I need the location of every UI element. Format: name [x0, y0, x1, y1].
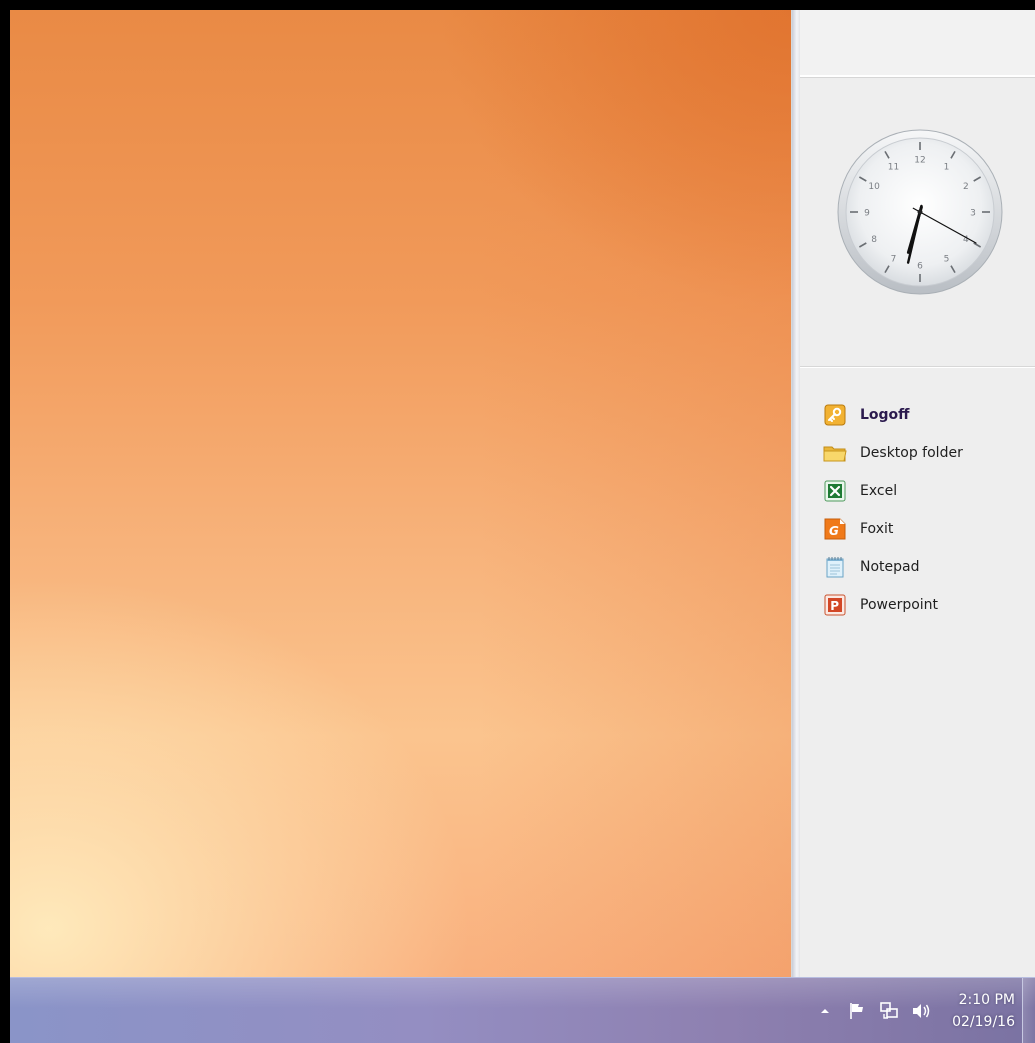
taskbar-time: 2:10 PM [958, 992, 1015, 1008]
sidebar-edge [792, 10, 800, 977]
clock-numeral: 2 [963, 182, 969, 192]
shortcut-label: Foxit [860, 521, 894, 537]
shortcut-desktop-folder[interactable]: Desktop folder [822, 434, 963, 472]
desktop-wallpaper[interactable] [10, 10, 791, 977]
shortcut-foxit[interactable]: G Foxit [822, 510, 963, 548]
taskbar-clock[interactable]: 2:10 PM 02/19/16 [952, 989, 1015, 1033]
clock-center-pin [917, 209, 923, 215]
powerpoint-icon: P [822, 592, 848, 618]
show-desktop-button[interactable] [1022, 978, 1035, 1043]
taskbar[interactable]: 2:10 PM 02/19/16 [10, 977, 1035, 1043]
show-hidden-icons-arrow[interactable] [812, 998, 838, 1024]
clock-gadget[interactable]: 12 1 2 3 4 5 6 7 8 9 10 11 [836, 128, 1004, 296]
clock-numeral: 1 [944, 163, 950, 173]
notepad-icon [822, 554, 848, 580]
sidebar-divider [800, 366, 1035, 367]
clock-numeral: 9 [864, 209, 870, 219]
foxit-icon: G [822, 516, 848, 542]
clock-numeral: 7 [891, 254, 897, 264]
svg-text:G: G [829, 524, 839, 538]
taskbar-date: 02/19/16 [952, 1014, 1015, 1030]
screen: 12 1 2 3 4 5 6 7 8 9 10 11 Logoff Deskto… [0, 0, 1035, 1043]
shortcut-label: Desktop folder [860, 445, 963, 461]
key-icon [822, 402, 848, 428]
clock-numeral: 6 [917, 262, 923, 272]
excel-icon [822, 478, 848, 504]
shortcut-powerpoint[interactable]: P Powerpoint [822, 586, 963, 624]
shortcut-label: Notepad [860, 559, 920, 575]
clock-numeral: 3 [970, 209, 976, 219]
clock-face: 121234567891011 [837, 129, 1003, 295]
clock-numeral: 11 [888, 163, 899, 173]
clock-numeral: 5 [944, 254, 950, 264]
clock-numeral: 12 [914, 156, 925, 166]
gadget-sidebar: 12 1 2 3 4 5 6 7 8 9 10 11 Logoff Deskto… [791, 10, 1035, 977]
clock-numeral: 8 [871, 235, 877, 245]
folder-icon [822, 440, 848, 466]
shortcut-notepad[interactable]: Notepad [822, 548, 963, 586]
shortcut-label: Excel [860, 483, 898, 499]
notification-area: 2:10 PM 02/19/16 [806, 978, 1015, 1043]
network-icon[interactable] [876, 998, 902, 1024]
clock-numeral: 10 [868, 182, 880, 192]
shortcut-list: Logoff Desktop folder Excel G Foxit Note… [822, 396, 963, 624]
shortcut-label: Powerpoint [860, 597, 939, 613]
volume-icon[interactable] [908, 998, 934, 1024]
shortcut-label: Logoff [860, 407, 910, 423]
shortcut-excel[interactable]: Excel [822, 472, 963, 510]
sidebar-header [800, 10, 1035, 77]
action-center-flag-icon[interactable] [844, 998, 870, 1024]
svg-text:P: P [830, 599, 839, 613]
shortcut-logoff[interactable]: Logoff [822, 396, 963, 434]
